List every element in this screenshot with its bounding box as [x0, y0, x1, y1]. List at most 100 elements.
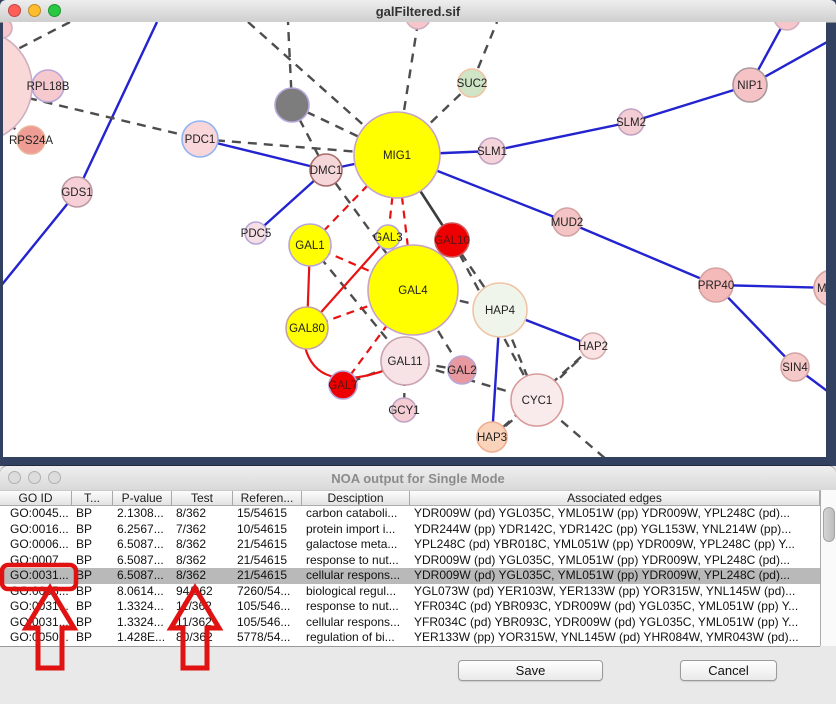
table-header-row: GO IDT...P-valueTestReferen...Desciption… [0, 490, 820, 506]
table-row[interactable]: GO:0007...BP6.5087...8/36221/54615respon… [0, 553, 820, 569]
table-row[interactable]: GO:0031...BP6.5087...8/36221/54615cellul… [0, 568, 820, 584]
network-titlebar[interactable]: galFiltered.sif [0, 0, 836, 23]
node-label: MSL1 [817, 283, 826, 295]
table-row[interactable]: GO:0016...BP6.2567...7/36210/54615protei… [0, 522, 820, 538]
table-cell: GO:0031... [0, 568, 72, 584]
close-button-icon[interactable] [8, 471, 21, 484]
zoom-button-icon[interactable] [48, 471, 61, 484]
table-cell: 105/546... [233, 615, 302, 631]
table-cell: 6.5087... [113, 568, 172, 584]
node-label: SLM2 [616, 117, 646, 129]
minimize-button-icon[interactable] [28, 4, 41, 17]
table-cell: response to nut... [302, 599, 410, 615]
table-cell: 15/54615 [233, 506, 302, 522]
column-header[interactable]: T... [72, 491, 113, 505]
node-label: RPL18B [27, 81, 70, 93]
table-cell: 8/362 [172, 568, 233, 584]
table-cell: GO:0007... [0, 553, 72, 569]
column-header[interactable]: GO ID [0, 491, 72, 505]
table-cell: 5778/54... [233, 630, 302, 646]
table-cell: 105/546... [233, 599, 302, 615]
node-label: GAL1 [295, 240, 324, 252]
noa-window-title: NOA output for Single Mode [331, 471, 505, 486]
node-label: GAL2 [447, 365, 476, 377]
minimize-button-icon[interactable] [28, 471, 41, 484]
node-label: GAL80 [289, 323, 325, 335]
network-edge [12, 22, 70, 52]
table-row[interactable]: GO:0065...BP8.0614...94/3627260/54...bio… [0, 584, 820, 600]
table-cell: protein import i... [302, 522, 410, 538]
node-label: GAL4 [398, 285, 428, 297]
table-cell: YGL073W (pd) YER103W, YER133W (pp) YOR31… [410, 584, 820, 600]
table-cell: 8/362 [172, 506, 233, 522]
node-label: PRP40 [698, 280, 734, 292]
column-header[interactable]: Test [172, 491, 233, 505]
table-cell: 21/54615 [233, 568, 302, 584]
node-label: SLM1 [477, 146, 507, 158]
table-cell: 8/362 [172, 537, 233, 553]
node-unlabeled[interactable] [774, 22, 800, 30]
column-header[interactable]: P-value [113, 491, 172, 505]
network-edge [631, 85, 750, 122]
node-unlabeled[interactable] [275, 88, 309, 122]
node-label: MIG1 [383, 150, 411, 162]
table-cell: 6.5087... [113, 553, 172, 569]
column-header[interactable]: Associated edges [410, 491, 820, 505]
scrollbar-thumb[interactable] [823, 507, 835, 542]
table-cell: 10/54615 [233, 522, 302, 538]
node-label: HAP3 [477, 432, 507, 444]
table-cell: YDR009W (pd) YGL035C, YML051W (pp) YDR00… [410, 568, 820, 584]
table-cell: GO:0065... [0, 584, 72, 600]
table-row[interactable]: GO:0031...BP1.3324...11/362105/546...cel… [0, 615, 820, 631]
table-cell: 8/362 [172, 553, 233, 569]
table-cell: BP [72, 522, 113, 538]
column-header[interactable]: Desciption [302, 491, 410, 505]
network-canvas[interactable]: RPL18BRPS24AGDS1PDC1DMC1MIG1SUC2SLM1SLM2… [3, 22, 826, 457]
table-cell: 21/54615 [233, 553, 302, 569]
noa-titlebar[interactable]: NOA output for Single Mode [0, 466, 836, 491]
table-row[interactable]: GO:0031...BP1.3324...11/362105/546...res… [0, 599, 820, 615]
table-cell: 80/362 [172, 630, 233, 646]
close-button-icon[interactable] [8, 4, 21, 17]
save-button[interactable]: Save [458, 660, 603, 681]
cancel-button[interactable]: Cancel [680, 660, 777, 681]
table-cell: regulation of bi... [302, 630, 410, 646]
table-cell: GO:0006... [0, 537, 72, 553]
node-label: PDC1 [185, 134, 216, 146]
table-cell: carbon cataboli... [302, 506, 410, 522]
table-cell: YFR034C (pd) YBR093C, YDR009W (pd) YGL03… [410, 599, 820, 615]
table-cell: biological regul... [302, 584, 410, 600]
vertical-scrollbar[interactable] [820, 490, 836, 646]
table-cell: 7/362 [172, 522, 233, 538]
node-label: SIN4 [782, 362, 808, 374]
network-edge [3, 192, 77, 287]
table-cell: GO:0016... [0, 522, 72, 538]
table-cell: YPL248C (pd) YBR018C, YML051W (pp) YDR00… [410, 537, 820, 553]
table-cell: GO:0045... [0, 506, 72, 522]
node-label: GAL11 [388, 356, 423, 368]
column-header[interactable]: Referen... [233, 491, 302, 505]
traffic-lights [8, 4, 61, 17]
table-cell: YDR009W (pd) YGL035C, YML051W (pp) YDR00… [410, 553, 820, 569]
table-cell: cellular respons... [302, 568, 410, 584]
table-cell: 1.3324... [113, 615, 172, 631]
node-label: PDC5 [241, 228, 272, 240]
table-cell: 7260/54... [233, 584, 302, 600]
node-unlabeled[interactable] [3, 22, 12, 38]
table-cell: BP [72, 537, 113, 553]
noa-output-window: NOA output for Single Mode GO IDT...P-va… [0, 466, 836, 704]
table-cell: BP [72, 568, 113, 584]
zoom-button-icon[interactable] [48, 4, 61, 17]
table-cell: YDR009W (pd) YGL035C, YML051W (pp) YDR00… [410, 506, 820, 522]
network-edge [77, 22, 157, 192]
table-row[interactable]: GO:0006...BP6.5087...8/36221/54615galact… [0, 537, 820, 553]
table-row[interactable]: GO:0050...BP1.428E...80/3625778/54...reg… [0, 630, 820, 646]
node-label: GDS1 [61, 187, 92, 199]
node-unlabeled[interactable] [406, 22, 430, 29]
results-table: GO IDT...P-valueTestReferen...Desciption… [0, 490, 820, 647]
table-cell: response to nut... [302, 553, 410, 569]
table-row[interactable]: GO:0045...BP2.1308...8/36215/54615carbon… [0, 506, 820, 522]
node-label: DMC1 [310, 165, 343, 177]
node-label: GAL7 [328, 380, 357, 392]
table-cell: 8.0614... [113, 584, 172, 600]
